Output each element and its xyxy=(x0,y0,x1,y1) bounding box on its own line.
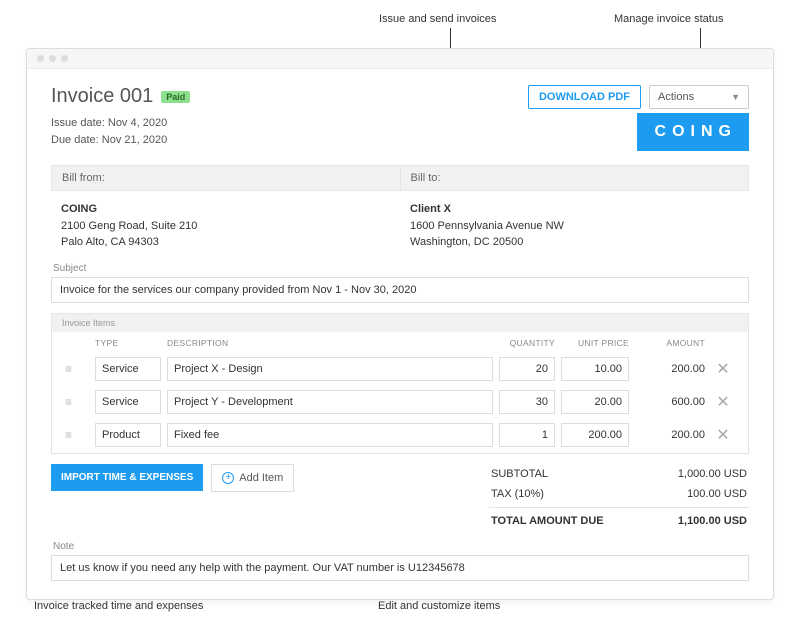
drag-handle-icon[interactable]: ≡ xyxy=(62,428,92,442)
bill-from-header: Bill from: xyxy=(52,166,400,190)
bill-from-address: COING 2100 Geng Road, Suite 210 Palo Alt… xyxy=(51,201,400,251)
item-description-input[interactable]: Fixed fee xyxy=(167,423,493,447)
item-type-input[interactable]: Service xyxy=(95,390,161,414)
chevron-down-icon: ▼ xyxy=(731,92,740,102)
totals-block: SUBTOTAL 1,000.00 USD TAX (10%) 100.00 U… xyxy=(489,464,749,531)
delete-item-icon[interactable]: ✕ xyxy=(716,361,729,378)
item-qty-input[interactable]: 20 xyxy=(499,357,555,381)
total-due-value: 1,100.00 USD xyxy=(678,515,747,527)
traffic-light xyxy=(61,55,68,62)
annotation-tracked-time: Invoice tracked time and expenses xyxy=(34,600,203,612)
bill-to-header: Bill to: xyxy=(400,166,749,190)
total-due-label: TOTAL AMOUNT DUE xyxy=(491,515,604,527)
item-price-input[interactable]: 20.00 xyxy=(561,390,629,414)
actions-dropdown[interactable]: Actions ▼ xyxy=(649,85,749,109)
app-window: Invoice 001 Paid DOWNLOAD PDF Actions ▼ … xyxy=(26,48,774,600)
company-logo: COING xyxy=(637,113,749,151)
bill-to-name: Client X xyxy=(410,203,451,215)
subject-input[interactable]: Invoice for the services our company pro… xyxy=(51,277,749,303)
item-amount: 600.00 xyxy=(632,396,708,408)
dates-block: Issue date: Nov 4, 2020 Due date: Nov 21… xyxy=(51,115,167,148)
annotation-issue-send: Issue and send invoices xyxy=(379,13,496,25)
subtotal-value: 1,000.00 USD xyxy=(678,468,747,480)
subject-label: Subject xyxy=(51,263,749,274)
item-row: ≡ Service Project Y - Development 30 20.… xyxy=(52,387,748,420)
tax-value: 100.00 USD xyxy=(687,488,747,500)
window-titlebar xyxy=(27,49,773,69)
invoice-title: Invoice 001 xyxy=(51,85,153,108)
item-description-input[interactable]: Project Y - Development xyxy=(167,390,493,414)
item-type-input[interactable]: Product xyxy=(95,423,161,447)
subtotal-label: SUBTOTAL xyxy=(491,468,548,480)
status-badge: Paid xyxy=(161,91,190,103)
plus-circle-icon: + xyxy=(222,472,234,484)
annotation-manage-status: Manage invoice status xyxy=(614,13,723,25)
item-price-input[interactable]: 10.00 xyxy=(561,357,629,381)
drag-handle-icon[interactable]: ≡ xyxy=(62,362,92,376)
add-item-button[interactable]: + Add Item xyxy=(211,464,294,492)
issue-date: Issue date: Nov 4, 2020 xyxy=(51,115,167,132)
bill-from-name: COING xyxy=(61,203,97,215)
tax-label: TAX (10%) xyxy=(491,488,544,500)
note-label: Note xyxy=(51,541,749,552)
delete-item-icon[interactable]: ✕ xyxy=(716,394,729,411)
item-type-input[interactable]: Service xyxy=(95,357,161,381)
item-qty-input[interactable]: 1 xyxy=(499,423,555,447)
note-input[interactable]: Let us know if you need any help with th… xyxy=(51,555,749,581)
item-amount: 200.00 xyxy=(632,363,708,375)
item-qty-input[interactable]: 30 xyxy=(499,390,555,414)
bill-to-address: Client X 1600 Pennsylvania Avenue NW Was… xyxy=(400,201,749,251)
traffic-light xyxy=(49,55,56,62)
items-header: Invoice Items xyxy=(52,314,748,332)
item-row: ≡ Service Project X - Design 20 10.00 20… xyxy=(52,354,748,387)
download-pdf-button[interactable]: DOWNLOAD PDF xyxy=(528,85,641,109)
items-column-headers: TYPE DESCRIPTION QUANTITY UNIT PRICE AMO… xyxy=(52,332,748,354)
import-time-expenses-button[interactable]: IMPORT TIME & EXPENSES xyxy=(51,464,203,491)
delete-item-icon[interactable]: ✕ xyxy=(716,427,729,444)
item-description-input[interactable]: Project X - Design xyxy=(167,357,493,381)
drag-handle-icon[interactable]: ≡ xyxy=(62,395,92,409)
invoice-items-section: Invoice Items TYPE DESCRIPTION QUANTITY … xyxy=(51,313,749,454)
item-amount: 200.00 xyxy=(632,429,708,441)
traffic-light xyxy=(37,55,44,62)
actions-label: Actions xyxy=(658,91,694,103)
due-date: Due date: Nov 21, 2020 xyxy=(51,132,167,149)
item-row: ≡ Product Fixed fee 1 200.00 200.00 ✕ xyxy=(52,420,748,453)
item-price-input[interactable]: 200.00 xyxy=(561,423,629,447)
annotation-edit-items: Edit and customize items xyxy=(378,600,500,612)
